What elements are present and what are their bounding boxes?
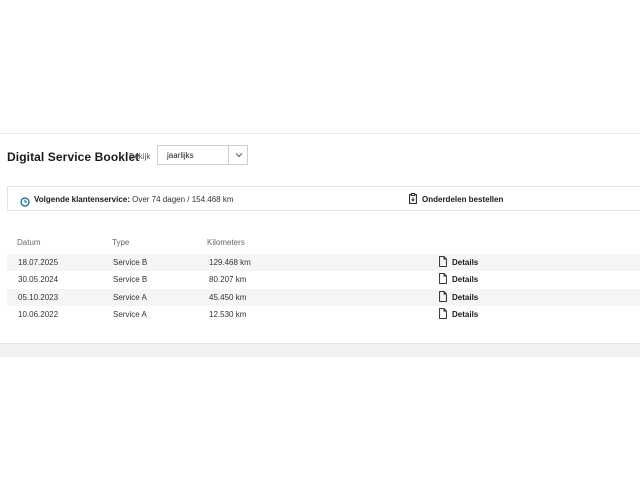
cell-date: 30.05.2024	[18, 275, 59, 284]
document-icon	[439, 289, 447, 307]
panel-footer-strip	[0, 343, 640, 357]
details-link[interactable]: Details	[439, 254, 479, 272]
next-service-text: Volgende klantenservice: Over 74 dagen /…	[34, 195, 234, 204]
details-label: Details	[452, 275, 479, 284]
document-icon	[439, 306, 447, 324]
order-parts-button[interactable]: Onderdelen bestellen	[409, 191, 504, 209]
cell-type: Service B	[113, 275, 148, 284]
column-header-type: Type	[112, 238, 130, 247]
next-service-label: Volgende klantenservice:	[34, 195, 130, 204]
cell-km: 45.450 km	[209, 293, 247, 302]
view-select-value: jaarlijks	[167, 151, 194, 160]
cell-date: 05.10.2023	[18, 293, 59, 302]
table-row: 30.05.2024 Service B 80.207 km Details	[7, 271, 640, 288]
table-row: 10.06.2022 Service A 12.530 km Details	[7, 306, 640, 323]
details-link[interactable]: Details	[439, 289, 479, 307]
column-header-date: Datum	[17, 238, 41, 247]
next-service-value: Over 74 dagen / 154.468 km	[129, 195, 234, 204]
chevron-down-icon	[229, 146, 248, 164]
next-service-bar: Volgende klantenservice: Over 74 dagen /…	[7, 186, 640, 211]
details-label: Details	[452, 310, 479, 319]
cell-type: Service A	[113, 310, 147, 319]
details-link[interactable]: Details	[439, 306, 479, 324]
service-booklet-panel: Digital Service Booklet Bekijk jaarlijks…	[0, 133, 640, 344]
details-link[interactable]: Details	[439, 271, 479, 289]
details-label: Details	[452, 293, 479, 302]
details-label: Details	[452, 258, 479, 267]
document-icon	[439, 254, 447, 272]
cell-date: 10.06.2022	[18, 310, 59, 319]
view-select[interactable]: jaarlijks	[157, 145, 248, 165]
cell-km: 12.530 km	[209, 310, 247, 319]
cell-km: 129.468 km	[209, 258, 251, 267]
table-row: 05.10.2023 Service A 45.450 km Details	[7, 289, 640, 306]
document-icon	[439, 271, 447, 289]
view-label: Bekijk	[129, 152, 151, 161]
parts-icon	[409, 191, 417, 209]
table-row: 18.07.2025 Service B 129.468 km Details	[7, 254, 640, 271]
cell-type: Service A	[113, 293, 147, 302]
cell-type: Service B	[113, 258, 148, 267]
cell-date: 18.07.2025	[18, 258, 59, 267]
clock-icon	[20, 194, 30, 207]
page-title: Digital Service Booklet	[7, 150, 140, 164]
order-parts-label: Onderdelen bestellen	[422, 195, 504, 204]
cell-km: 80.207 km	[209, 275, 247, 284]
column-header-km: Kilometers	[207, 238, 245, 247]
